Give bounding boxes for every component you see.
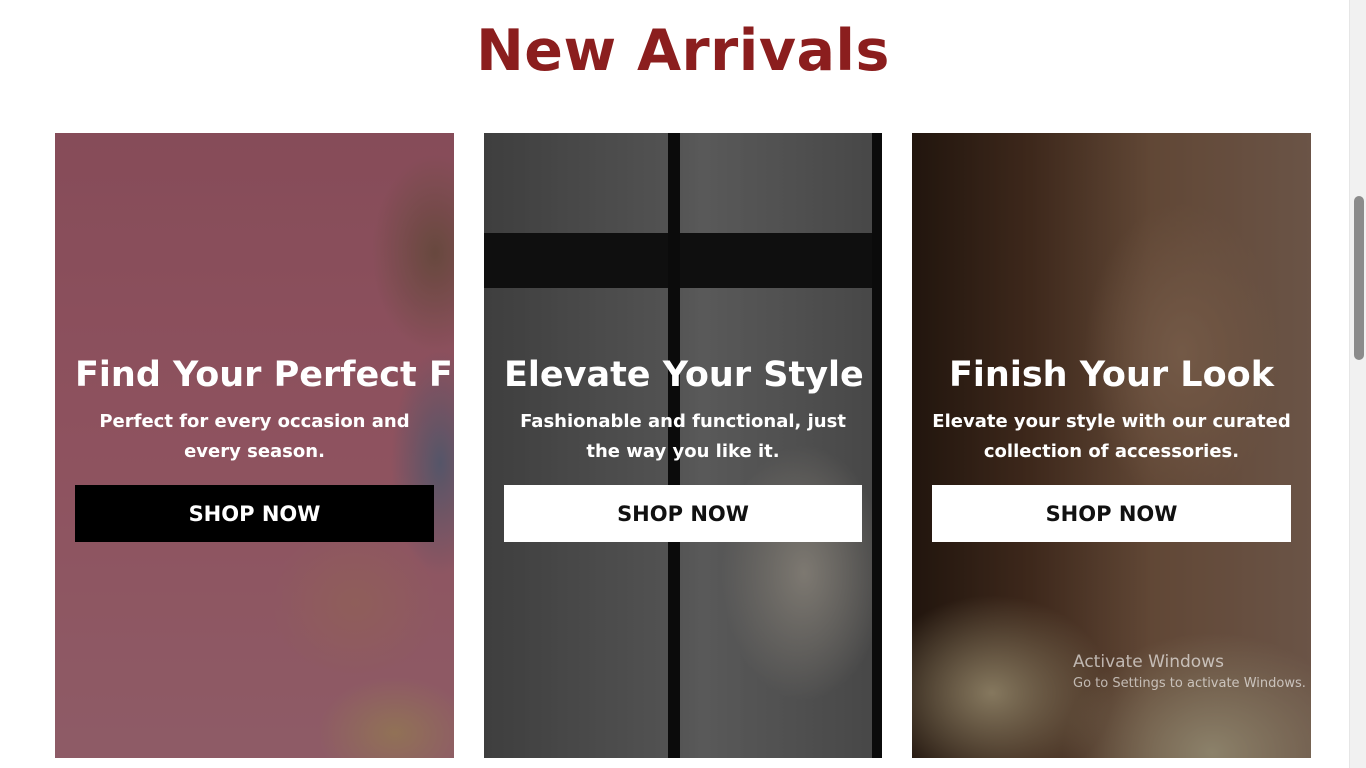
watermark-subtitle: Go to Settings to activate Windows. <box>1073 676 1306 691</box>
watermark-title: Activate Windows <box>1073 652 1224 672</box>
card-title: Find Your Perfect Fit <box>75 355 454 395</box>
section-title: New Arrivals <box>476 18 890 84</box>
card-content: Finish Your Look Elevate your style with… <box>932 353 1291 467</box>
card-description: Fashionable and functional, just the way… <box>520 411 846 462</box>
shop-now-button[interactable]: SHOP NOW <box>504 485 862 542</box>
card-title: Finish Your Look <box>949 355 1274 395</box>
shop-now-button[interactable]: SHOP NOW <box>932 485 1291 542</box>
shop-now-button[interactable]: SHOP NOW <box>75 485 434 542</box>
page: New Arrivals Find Your Perfect Fit Perfe… <box>0 0 1366 768</box>
card-content: Find Your Perfect Fit Perfect for every … <box>75 353 454 467</box>
scrollbar-thumb[interactable] <box>1354 196 1364 360</box>
card-description: Perfect for every occasion and every sea… <box>99 411 410 462</box>
promo-card-elevate-style[interactable]: Elevate Your Style Fashionable and funct… <box>484 133 882 758</box>
card-title: Elevate Your Style <box>504 355 864 395</box>
activate-windows-watermark: Activate Windows Go to Settings to activ… <box>1073 651 1306 695</box>
vertical-scrollbar[interactable] <box>1349 0 1366 768</box>
card-description: Elevate your style with our curated coll… <box>932 411 1291 462</box>
card-content: Elevate Your Style Fashionable and funct… <box>504 353 864 467</box>
promo-card-perfect-fit[interactable]: Find Your Perfect Fit Perfect for every … <box>55 133 454 758</box>
